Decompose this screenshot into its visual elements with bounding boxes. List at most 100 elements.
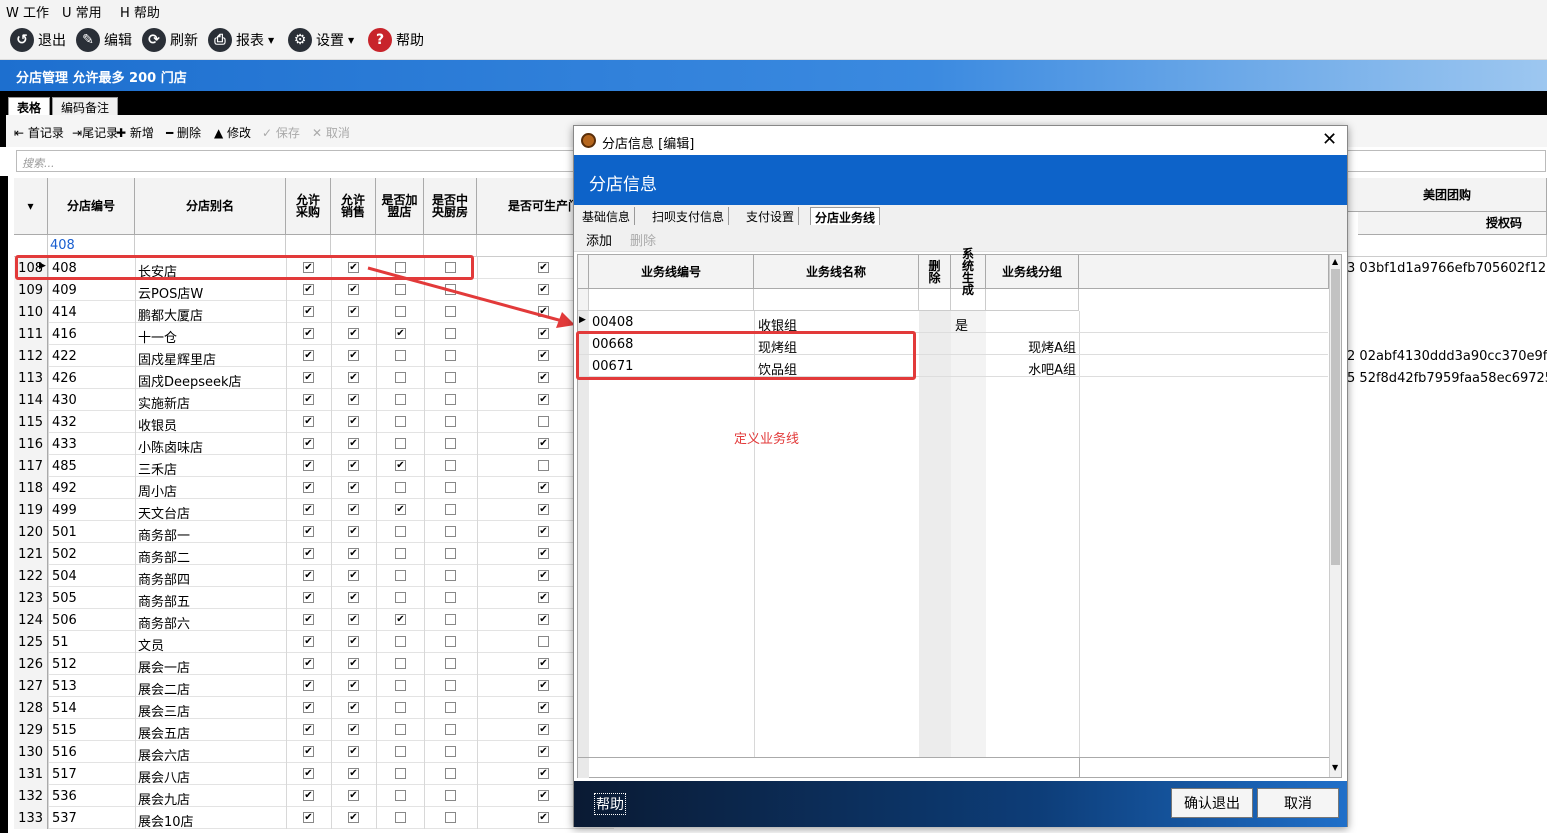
checkbox[interactable] <box>445 438 456 449</box>
menu-item-help[interactable]: H 帮助 <box>120 2 160 21</box>
cell-alias[interactable]: 收银员 <box>138 415 177 434</box>
checkbox[interactable]: ✔ <box>538 526 549 537</box>
cell-alias[interactable]: 实施新店 <box>138 393 190 412</box>
cell-code[interactable]: 516 <box>52 745 77 760</box>
table-row[interactable]: 120 501 商务部一 ✔ ✔ ✔ <box>14 521 614 544</box>
cell-alias[interactable]: 商务部四 <box>138 569 190 588</box>
tab-payment-settings[interactable]: 支付设置 <box>742 207 800 225</box>
checkbox[interactable]: ✔ <box>348 482 359 493</box>
cell-code[interactable]: 517 <box>52 767 77 782</box>
checkbox[interactable]: ✔ <box>303 350 314 361</box>
cell-alias[interactable]: 商务部五 <box>138 591 190 610</box>
checkbox[interactable]: ✔ <box>303 614 314 625</box>
header-is-franchise[interactable]: 是否加盟店 <box>376 178 424 235</box>
tab-code-notes[interactable]: 编码备注 <box>52 97 119 115</box>
checkbox[interactable]: ✔ <box>538 724 549 735</box>
checkbox[interactable] <box>445 790 456 801</box>
header-line-group[interactable]: 业务线分组 <box>986 255 1079 289</box>
checkbox[interactable]: ✔ <box>348 438 359 449</box>
checkbox[interactable]: ✔ <box>538 372 549 383</box>
cell-alias[interactable]: 鹏都大厦店 <box>138 305 203 324</box>
header-line-code[interactable]: 业务线编号 <box>589 255 754 289</box>
cell-code[interactable]: 422 <box>52 349 77 364</box>
settings-button[interactable]: ⚙ 设置 ▼ <box>288 27 354 53</box>
report-button[interactable]: ⎙ 报表 ▼ <box>208 27 274 53</box>
confirm-exit-button[interactable]: 确认退出 <box>1171 788 1253 818</box>
delete-line-button[interactable]: 删除 <box>630 230 656 249</box>
filter-purchase[interactable] <box>286 235 331 257</box>
cell-line-group[interactable]: 水吧A组 <box>986 359 1076 378</box>
cell-code[interactable]: 515 <box>52 723 77 738</box>
dialog-filter-name[interactable] <box>754 289 919 311</box>
checkbox[interactable]: ✔ <box>538 570 549 581</box>
checkbox[interactable]: ✔ <box>303 328 314 339</box>
dialog-filter-system[interactable] <box>951 289 986 311</box>
checkbox[interactable]: ✔ <box>303 812 314 823</box>
tab-table[interactable]: 表格 <box>8 97 51 115</box>
checkbox[interactable]: ✔ <box>303 592 314 603</box>
cell-alias[interactable]: 展会五店 <box>138 723 190 742</box>
table-row[interactable]: 132 536 展会九店 ✔ ✔ ✔ <box>14 785 614 808</box>
checkbox[interactable] <box>395 548 406 559</box>
checkbox[interactable] <box>445 372 456 383</box>
cell-code[interactable]: 505 <box>52 591 77 606</box>
edit-button[interactable]: ✎ 编辑 <box>76 27 132 53</box>
checkbox[interactable] <box>538 460 549 471</box>
header-allow-purchase[interactable]: 允许采购 <box>286 178 331 235</box>
cell-alias[interactable]: 文员 <box>138 635 164 654</box>
checkbox[interactable]: ✔ <box>303 548 314 559</box>
header-auth-code[interactable]: 授权码 <box>1358 212 1547 235</box>
checkbox[interactable]: ✔ <box>303 394 314 405</box>
checkbox[interactable]: ✔ <box>303 768 314 779</box>
checkbox[interactable] <box>445 504 456 515</box>
dialog-scrollbar[interactable]: ▲ ▼ <box>1329 255 1341 777</box>
checkbox[interactable] <box>395 636 406 647</box>
cell-code[interactable]: 512 <box>52 657 77 672</box>
cell-code[interactable]: 414 <box>52 305 77 320</box>
cell-alias[interactable]: 周小店 <box>138 481 177 500</box>
table-row[interactable]: 113 426 固戍Deepseek店 ✔ ✔ ✔ <box>14 367 614 390</box>
table-row[interactable]: 114 430 实施新店 ✔ ✔ ✔ <box>14 389 614 412</box>
table-row[interactable]: 117 485 三禾店 ✔ ✔ ✔ <box>14 455 614 478</box>
checkbox[interactable] <box>445 416 456 427</box>
cell-code[interactable]: 433 <box>52 437 77 452</box>
checkbox[interactable]: ✔ <box>348 812 359 823</box>
checkbox[interactable]: ✔ <box>348 790 359 801</box>
checkbox[interactable]: ✔ <box>348 724 359 735</box>
cell-alias[interactable]: 十一仓 <box>138 327 177 346</box>
table-row[interactable]: 128 514 展会三店 ✔ ✔ ✔ <box>14 697 614 720</box>
cell-code[interactable]: 514 <box>52 701 77 716</box>
cell-line-code[interactable]: 00408 <box>592 315 633 330</box>
cell-code[interactable]: 502 <box>52 547 77 562</box>
cell-auth-code[interactable]: 5 52f8d42fb7959faa58ec69725 <box>1347 371 1547 386</box>
checkbox[interactable] <box>395 702 406 713</box>
help-button[interactable]: ? 帮助 <box>368 27 424 53</box>
checkbox[interactable] <box>445 702 456 713</box>
tab-scan-pay-info[interactable]: 扫呗支付信息 <box>648 207 730 225</box>
add-line-button[interactable]: 添加 <box>586 230 612 249</box>
cell-code[interactable]: 506 <box>52 613 77 628</box>
checkbox[interactable]: ✔ <box>538 438 549 449</box>
checkbox[interactable]: ✔ <box>348 372 359 383</box>
checkbox[interactable]: ✔ <box>348 504 359 515</box>
checkbox[interactable] <box>395 790 406 801</box>
checkbox[interactable]: ✔ <box>538 504 549 515</box>
checkbox[interactable]: ✔ <box>348 746 359 757</box>
table-row[interactable]: 133 537 展会10店 ✔ ✔ ✔ <box>14 807 614 830</box>
checkbox[interactable] <box>445 548 456 559</box>
filter-auth[interactable] <box>1348 235 1547 257</box>
checkbox[interactable]: ✔ <box>348 416 359 427</box>
checkbox[interactable]: ✔ <box>303 746 314 757</box>
checkbox[interactable] <box>395 570 406 581</box>
checkbox[interactable] <box>445 570 456 581</box>
cell-code[interactable]: 485 <box>52 459 77 474</box>
scroll-up-icon[interactable]: ▲ <box>1332 257 1338 266</box>
header-code[interactable]: 分店编号 <box>48 178 135 235</box>
scroll-down-icon[interactable]: ▼ <box>1332 763 1338 772</box>
checkbox[interactable]: ✔ <box>303 284 314 295</box>
table-row[interactable]: 129 515 展会五店 ✔ ✔ ✔ <box>14 719 614 742</box>
cell-alias[interactable]: 商务部二 <box>138 547 190 566</box>
table-row[interactable]: 123 505 商务部五 ✔ ✔ ✔ <box>14 587 614 610</box>
header-alias[interactable]: 分店别名 <box>135 178 286 235</box>
checkbox[interactable] <box>395 746 406 757</box>
